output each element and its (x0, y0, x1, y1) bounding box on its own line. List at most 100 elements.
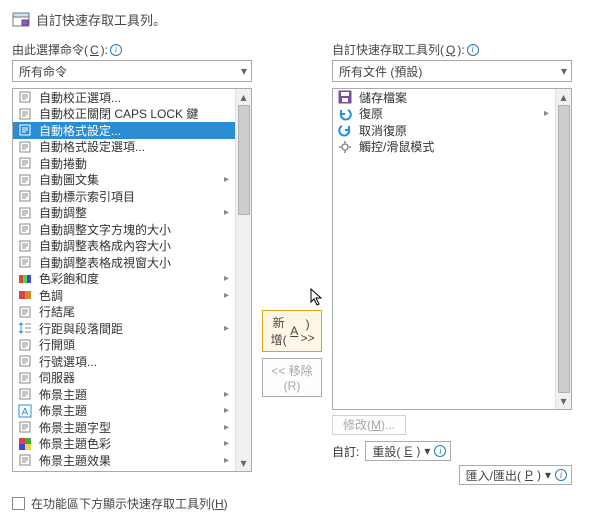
item-label: 自動圖文集 (39, 171, 99, 188)
scroll-down-icon[interactable]: ▾ (236, 455, 252, 471)
theme-a-icon: A (17, 403, 33, 419)
item-label: 行號選項... (39, 353, 97, 370)
list-item[interactable]: 自動調整文字方塊的大小 (13, 221, 235, 238)
list-item[interactable]: 伺服器 (13, 370, 235, 387)
list-item[interactable]: 自動調整▸ (13, 205, 235, 222)
item-label: 自動格式設定選項... (39, 138, 145, 155)
item-label: 儲存檔案 (359, 89, 407, 106)
show-below-ribbon-checkbox[interactable] (12, 497, 25, 510)
reset-dropdown[interactable]: 重設(E) ▾ i (365, 441, 451, 461)
saturation-icon (17, 271, 33, 287)
list-item[interactable]: 取消復原 (333, 122, 555, 139)
item-label: 佈景主題 (39, 386, 87, 403)
expand-icon: ▸ (224, 405, 231, 416)
choose-commands-label: 由此選擇命令(C): i (12, 41, 252, 58)
list-item[interactable]: 色調▸ (13, 287, 235, 304)
list-item[interactable]: A佈景主題▸ (13, 403, 235, 420)
list-item[interactable]: 自動調整表格成內容大小 (13, 238, 235, 255)
available-commands-list[interactable]: 自動校正選項...自動校正關閉 CAPS LOCK 鍵自動格式設定...自動格式… (12, 88, 252, 472)
scrollbar[interactable]: ▴ ▾ (235, 89, 251, 471)
item-label: 復原 (359, 105, 383, 122)
item-label: 自動格式設定... (39, 122, 121, 139)
expand-icon: ▸ (224, 174, 231, 185)
list-item[interactable]: 行號選項... (13, 353, 235, 370)
list-item[interactable]: 佈景主題效果 ▸ (13, 452, 235, 469)
chevron-down-icon: ▾ (545, 468, 551, 482)
item-label: 自動調整表格成視窗大小 (39, 254, 171, 271)
theme-effect-icon (17, 452, 33, 468)
info-icon[interactable]: i (555, 469, 567, 481)
list-item[interactable]: 佈景主題字型▸ (13, 419, 235, 436)
autocorrect-icon (17, 106, 33, 122)
list-item[interactable]: 位置▸ (13, 469, 235, 472)
list-item[interactable]: 佈景主題▸ (13, 386, 235, 403)
remove-button[interactable]: << 移除(R) (262, 358, 322, 397)
list-item[interactable]: 自動格式設定選項... (13, 139, 235, 156)
item-label: 佈景主題效果 (39, 452, 111, 469)
item-label: 自動捲動 (39, 155, 87, 172)
scrollbar[interactable]: ▴ ▾ (555, 89, 571, 409)
save-icon (337, 89, 353, 105)
qat-commands-list[interactable]: 儲存檔案復原▸取消復原觸控/滑鼠模式 ▴ ▾ (332, 88, 572, 410)
modify-button[interactable]: 修改(M)... (332, 415, 406, 435)
list-item[interactable]: 行開頭 (13, 337, 235, 354)
expand-icon: ▸ (224, 455, 231, 466)
add-button[interactable]: 新增(A) >> (262, 310, 322, 352)
redo-icon (337, 122, 353, 138)
commands-category-combo[interactable]: 所有命令 ▾ (12, 60, 252, 82)
item-label: 色彩飽和度 (39, 270, 99, 287)
list-item[interactable]: 自動格式設定... (13, 122, 235, 139)
list-item[interactable]: 色彩飽和度▸ (13, 271, 235, 288)
list-item[interactable]: 行結尾 (13, 304, 235, 321)
list-item[interactable]: 佈景主題色彩 ▸ (13, 436, 235, 453)
info-icon[interactable]: i (434, 445, 446, 457)
list-item[interactable]: 自動調整表格成視窗大小 (13, 254, 235, 271)
chevron-down-icon: ▾ (561, 64, 567, 78)
expand-icon: ▸ (224, 207, 231, 218)
gallery-icon (17, 172, 33, 188)
theme-color-icon (17, 436, 33, 452)
autoformat-icon (17, 122, 33, 138)
scroll-up-icon[interactable]: ▴ (556, 89, 572, 105)
list-item[interactable]: 自動校正選項... (13, 89, 235, 106)
item-label: 行距與段落間距 (39, 320, 123, 337)
item-label: 位置 (39, 468, 63, 471)
qat-scope-combo[interactable]: 所有文件 (預設) ▾ (332, 60, 572, 82)
list-item[interactable]: 自動標示索引項目 (13, 188, 235, 205)
list-item[interactable]: 觸控/滑鼠模式 (333, 139, 555, 156)
line-number-icon (17, 353, 33, 369)
info-icon[interactable]: i (467, 44, 479, 56)
info-icon[interactable]: i (110, 44, 122, 56)
chevron-down-icon: ▾ (424, 444, 430, 458)
autocorrect-icon (17, 89, 33, 105)
index-icon (17, 188, 33, 204)
list-item[interactable]: 復原▸ (333, 106, 555, 123)
expand-icon: ▸ (224, 422, 231, 433)
scroll-down-icon[interactable]: ▾ (556, 393, 572, 409)
autofit-table-icon (17, 238, 33, 254)
theme-font-icon (17, 419, 33, 435)
scroll-up-icon[interactable]: ▴ (236, 89, 252, 105)
list-item[interactable]: 自動捲動 (13, 155, 235, 172)
scroll-thumb[interactable] (238, 105, 250, 215)
item-label: 自動標示索引項目 (39, 188, 135, 205)
qat-label: 自訂快速存取工具列(Q): i (332, 41, 572, 58)
item-label: 行結尾 (39, 303, 75, 320)
item-label: 佈景主題色彩 (39, 435, 111, 452)
scroll-thumb[interactable] (558, 105, 570, 393)
import-export-dropdown[interactable]: 匯入/匯出(P) ▾ i (459, 465, 572, 485)
list-item[interactable]: 儲存檔案 (333, 89, 555, 106)
list-item[interactable]: 自動校正關閉 CAPS LOCK 鍵 (13, 106, 235, 123)
customizations-label: 自訂: (332, 443, 359, 460)
list-item[interactable]: 行距與段落間距▸ (13, 320, 235, 337)
qat-icon (12, 11, 30, 29)
theme-icon (17, 386, 33, 402)
item-label: 行開頭 (39, 336, 75, 353)
combo-value: 所有文件 (預設) (339, 63, 422, 80)
expand-icon: ▸ (224, 438, 231, 449)
show-below-ribbon-label: 在功能區下方顯示快速存取工具列(H) (31, 495, 228, 512)
item-label: 自動調整文字方塊的大小 (39, 221, 171, 238)
location-icon (17, 469, 33, 471)
item-label: 自動校正選項... (39, 89, 121, 106)
list-item[interactable]: 自動圖文集 ▸ (13, 172, 235, 189)
